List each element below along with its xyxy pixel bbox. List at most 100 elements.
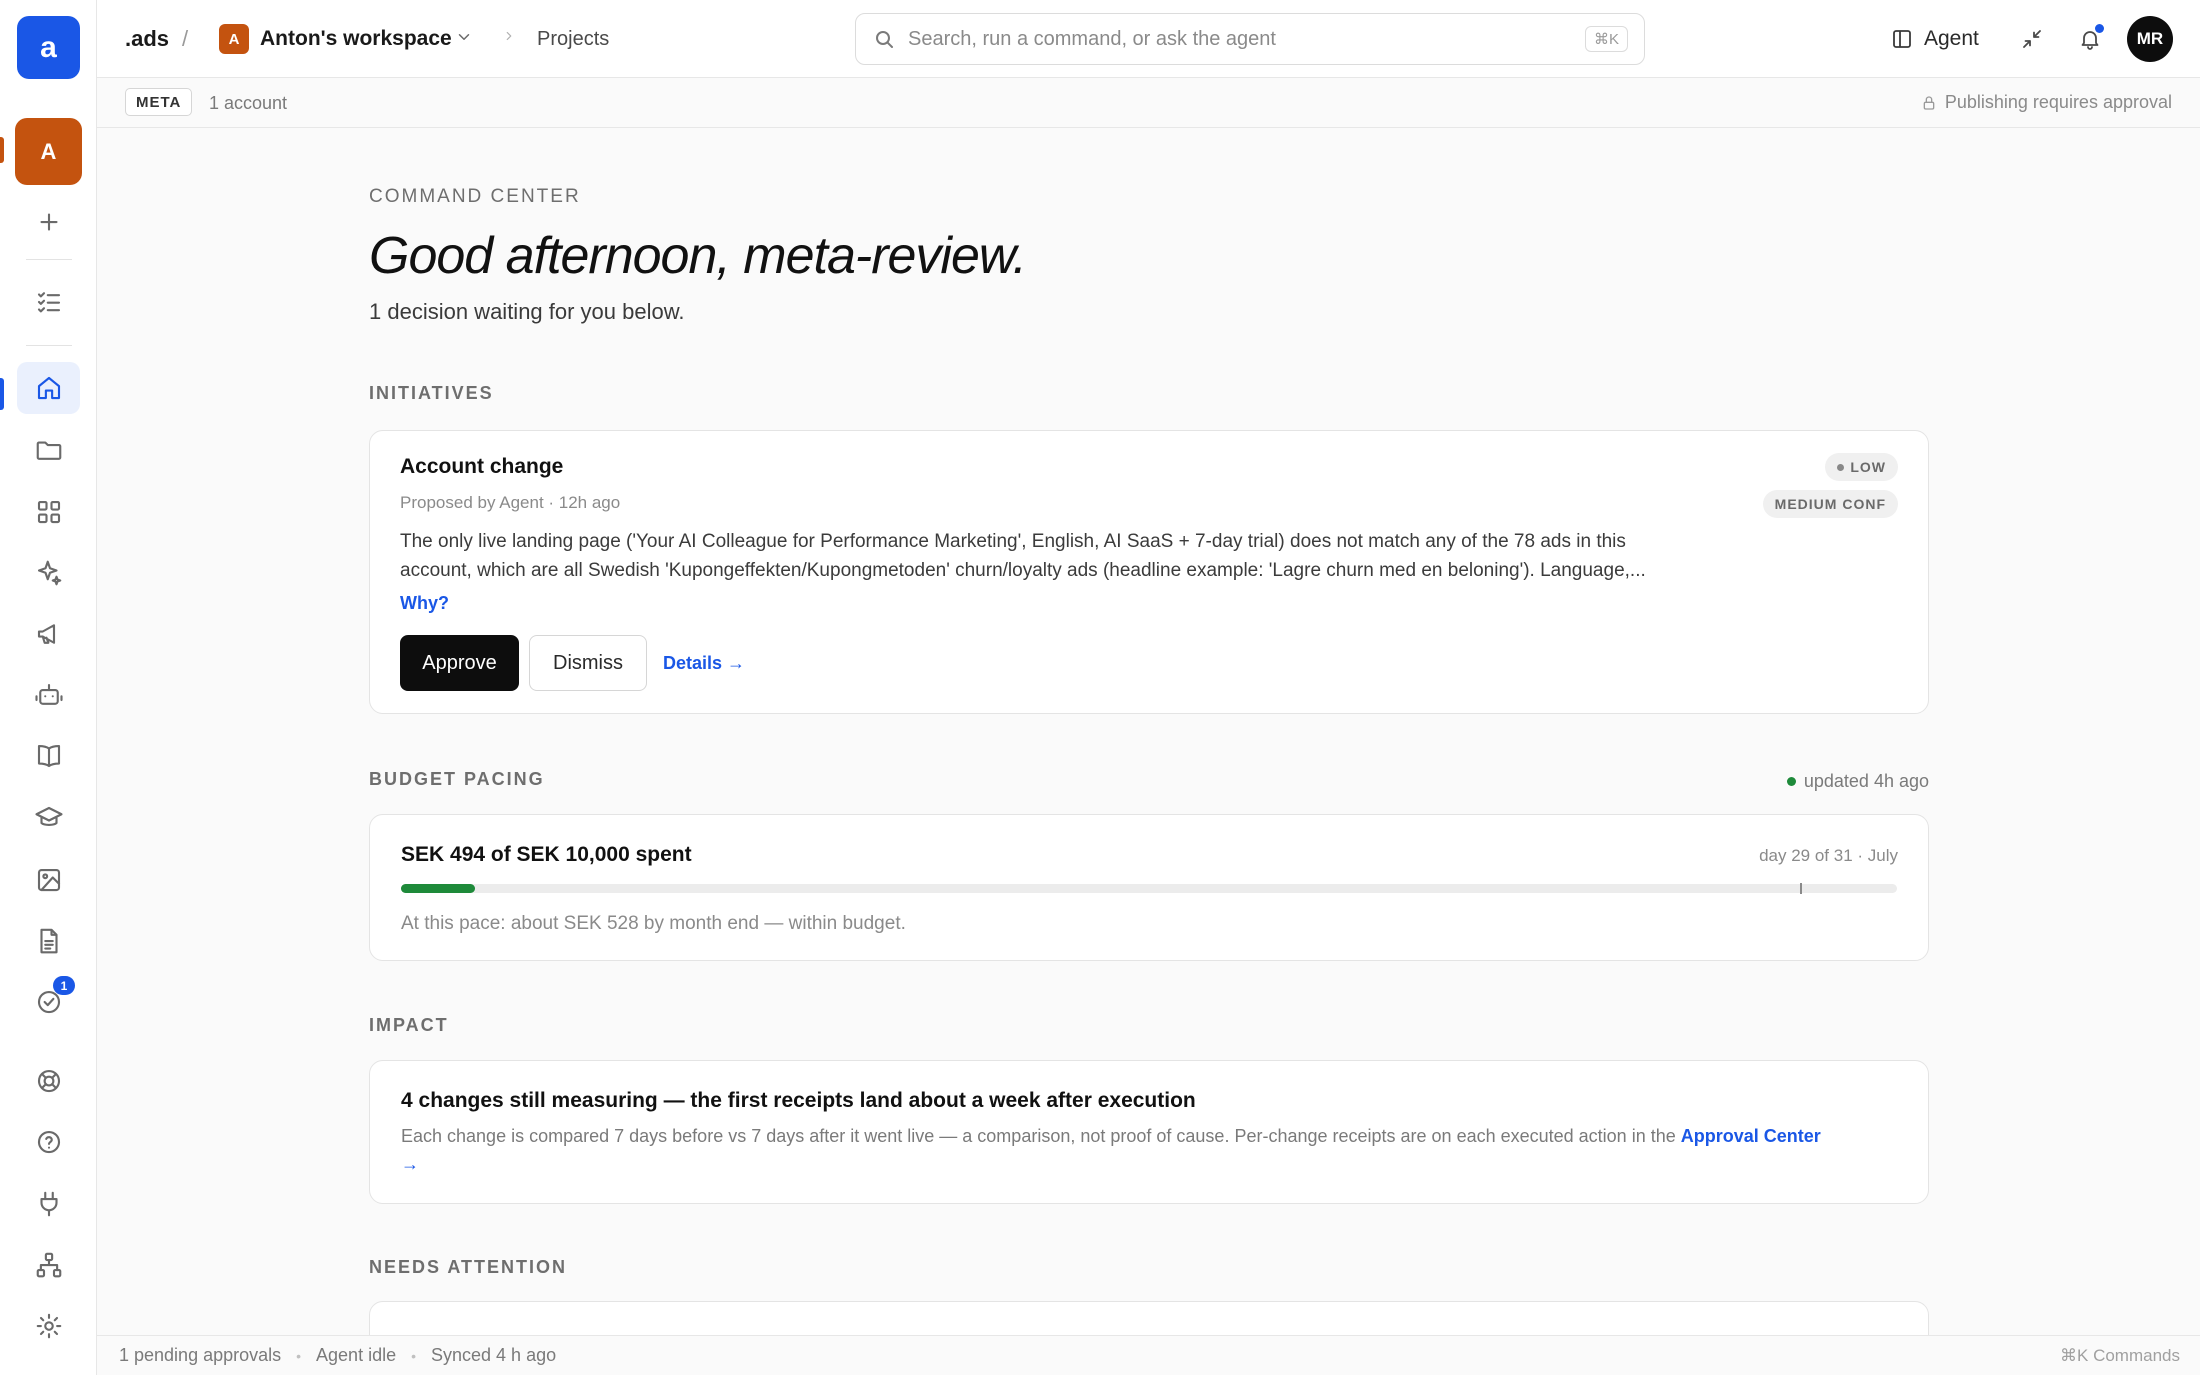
rail-divider: [26, 345, 72, 346]
section-label-needs-attention: NEEDS ATTENTION: [369, 1257, 568, 1277]
rail-dashboards[interactable]: [17, 486, 80, 538]
add-workspace-button[interactable]: [17, 196, 80, 248]
sparkle-icon: [37, 560, 61, 586]
hierarchy-icon: [36, 1252, 61, 1278]
robot-icon: [34, 683, 63, 705]
status-bar: 1 pending approvals • Agent idle • Synce…: [97, 1335, 2200, 1375]
rail-ai[interactable]: [17, 547, 80, 599]
section-label-budget: BUDGET PACING: [369, 769, 545, 789]
minimize-arrows-icon: [2023, 30, 2041, 48]
workspace-name[interactable]: Anton's workspace: [260, 27, 452, 51]
side-panel-icon: [1893, 30, 1911, 48]
workspace-badge: A: [219, 24, 249, 54]
search-shortcut-hint: ⌘K: [1584, 26, 1628, 52]
graduation-cap-icon: [34, 806, 63, 826]
agent-panel-button[interactable]: Agent: [1890, 22, 1979, 56]
status-dot: [1786, 777, 1796, 786]
rail-structure[interactable]: [17, 1239, 80, 1291]
sync-status: Synced 4 h ago: [431, 1345, 557, 1365]
rail-help[interactable]: [17, 1116, 80, 1168]
pending-approvals-status[interactable]: 1 pending approvals: [119, 1345, 281, 1366]
workspace-switcher-avatar[interactable]: A: [15, 118, 82, 185]
collapse-button[interactable]: [2013, 20, 2051, 58]
approval-center-link[interactable]: Approval Center: [1681, 1126, 1821, 1146]
rail-approvals[interactable]: 1: [17, 976, 80, 1028]
initiative-description: The only live landing page ('Your AI Col…: [400, 527, 1700, 586]
budget-progress-bar: [401, 883, 1897, 894]
dismiss-button[interactable]: Dismiss: [529, 635, 647, 691]
image-icon: [37, 868, 60, 892]
budget-day-progress: day 29 of 31 · July: [1759, 846, 1898, 865]
rail-library[interactable]: [17, 730, 80, 782]
command-search[interactable]: ⌘K: [855, 13, 1645, 65]
budget-updated-text: updated 4h ago: [1803, 771, 1929, 791]
app-logo[interactable]: a: [17, 16, 80, 79]
rail-projects[interactable]: [17, 424, 80, 476]
notifications-button[interactable]: [2071, 20, 2109, 58]
account-context-bar: META 1 account Publishing requires appro…: [97, 78, 2200, 128]
why-link[interactable]: Why?: [400, 593, 449, 614]
app-rail: a A 1: [0, 0, 97, 1375]
rail-learn[interactable]: [17, 792, 80, 844]
user-avatar[interactable]: MR: [2127, 16, 2173, 62]
brand-name[interactable]: .ads: [125, 26, 169, 52]
details-link[interactable]: Details →: [663, 653, 745, 674]
rail-campaigns[interactable]: [17, 608, 80, 660]
rail-assets[interactable]: [17, 854, 80, 906]
search-input[interactable]: [908, 27, 1585, 51]
help-icon: [37, 1130, 60, 1154]
rail-home[interactable]: [17, 362, 80, 414]
workspace-active-marker: [0, 137, 4, 163]
book-open-icon: [37, 744, 60, 768]
breadcrumb-projects[interactable]: Projects: [537, 28, 609, 51]
section-label-initiatives: INITIATIVES: [369, 383, 494, 403]
document-icon: [39, 928, 58, 954]
confidence-badge: MEDIUM CONF: [1762, 490, 1898, 518]
budget-spent-title: SEK 494 of SEK 10,000 spent: [401, 843, 692, 866]
grid-icon: [37, 500, 60, 524]
plug-icon: [39, 1191, 58, 1217]
risk-dot: [1837, 463, 1845, 471]
risk-badge: LOW: [1825, 453, 1898, 481]
chevron-right-icon: [502, 29, 516, 48]
notification-dot: [2095, 24, 2104, 33]
impact-description: Each change is compared 7 days before vs…: [401, 1123, 1901, 1179]
section-label-impact: IMPACT: [369, 1015, 449, 1035]
rail-reports[interactable]: [17, 915, 80, 967]
rail-settings[interactable]: [17, 1300, 80, 1352]
page-eyebrow: COMMAND CENTER: [369, 186, 581, 207]
page-subtitle: 1 decision waiting for you below.: [369, 299, 685, 324]
page-title: Good afternoon, meta-review.: [369, 227, 1027, 285]
impact-title: 4 changes still measuring — the first re…: [401, 1089, 1196, 1112]
approve-button[interactable]: Approve: [400, 635, 519, 691]
rail-tasks[interactable]: [17, 276, 80, 328]
megaphone-icon: [37, 624, 55, 644]
rail-support[interactable]: [17, 1055, 80, 1107]
folder-icon: [36, 441, 61, 460]
chevron-down-icon[interactable]: [455, 28, 473, 51]
risk-label: LOW: [1850, 459, 1886, 475]
platform-tag[interactable]: META: [125, 88, 193, 116]
initiative-description-line: account, which are all Swedish 'Kupongef…: [400, 560, 1646, 582]
rail-integrations[interactable]: [17, 1178, 80, 1230]
lifebuoy-icon: [37, 1069, 60, 1093]
initiative-description-line: The only live landing page ('Your AI Col…: [400, 531, 1626, 552]
budget-card: SEK 494 of SEK 10,000 spent day 29 of 31…: [369, 814, 1929, 961]
publishing-approval-note: Publishing requires approval: [1921, 92, 2172, 113]
checklist-icon: [37, 292, 60, 313]
rail-agents[interactable]: [17, 669, 80, 721]
initiative-meta: Proposed by Agent · 12h ago: [400, 493, 621, 512]
search-icon: [876, 31, 893, 48]
agent-status: Agent idle: [316, 1345, 397, 1365]
initiative-title: Account change: [400, 455, 564, 478]
agent-button-label: Agent: [1924, 27, 1979, 50]
breadcrumb-separator: /: [182, 26, 189, 51]
initiative-card: Account change Proposed by Agent · 12h a…: [369, 430, 1929, 714]
lock-icon: [1923, 95, 1935, 110]
approval-center-arrow[interactable]: →: [401, 1154, 419, 1174]
budget-updated-status: updated 4h ago: [1786, 771, 1929, 792]
budget-forecast-note: At this pace: about SEK 528 by month end…: [401, 913, 906, 934]
commands-hint[interactable]: ⌘K Commands: [2060, 1346, 2180, 1366]
plus-icon: [39, 213, 58, 231]
rail-divider: [26, 259, 72, 260]
